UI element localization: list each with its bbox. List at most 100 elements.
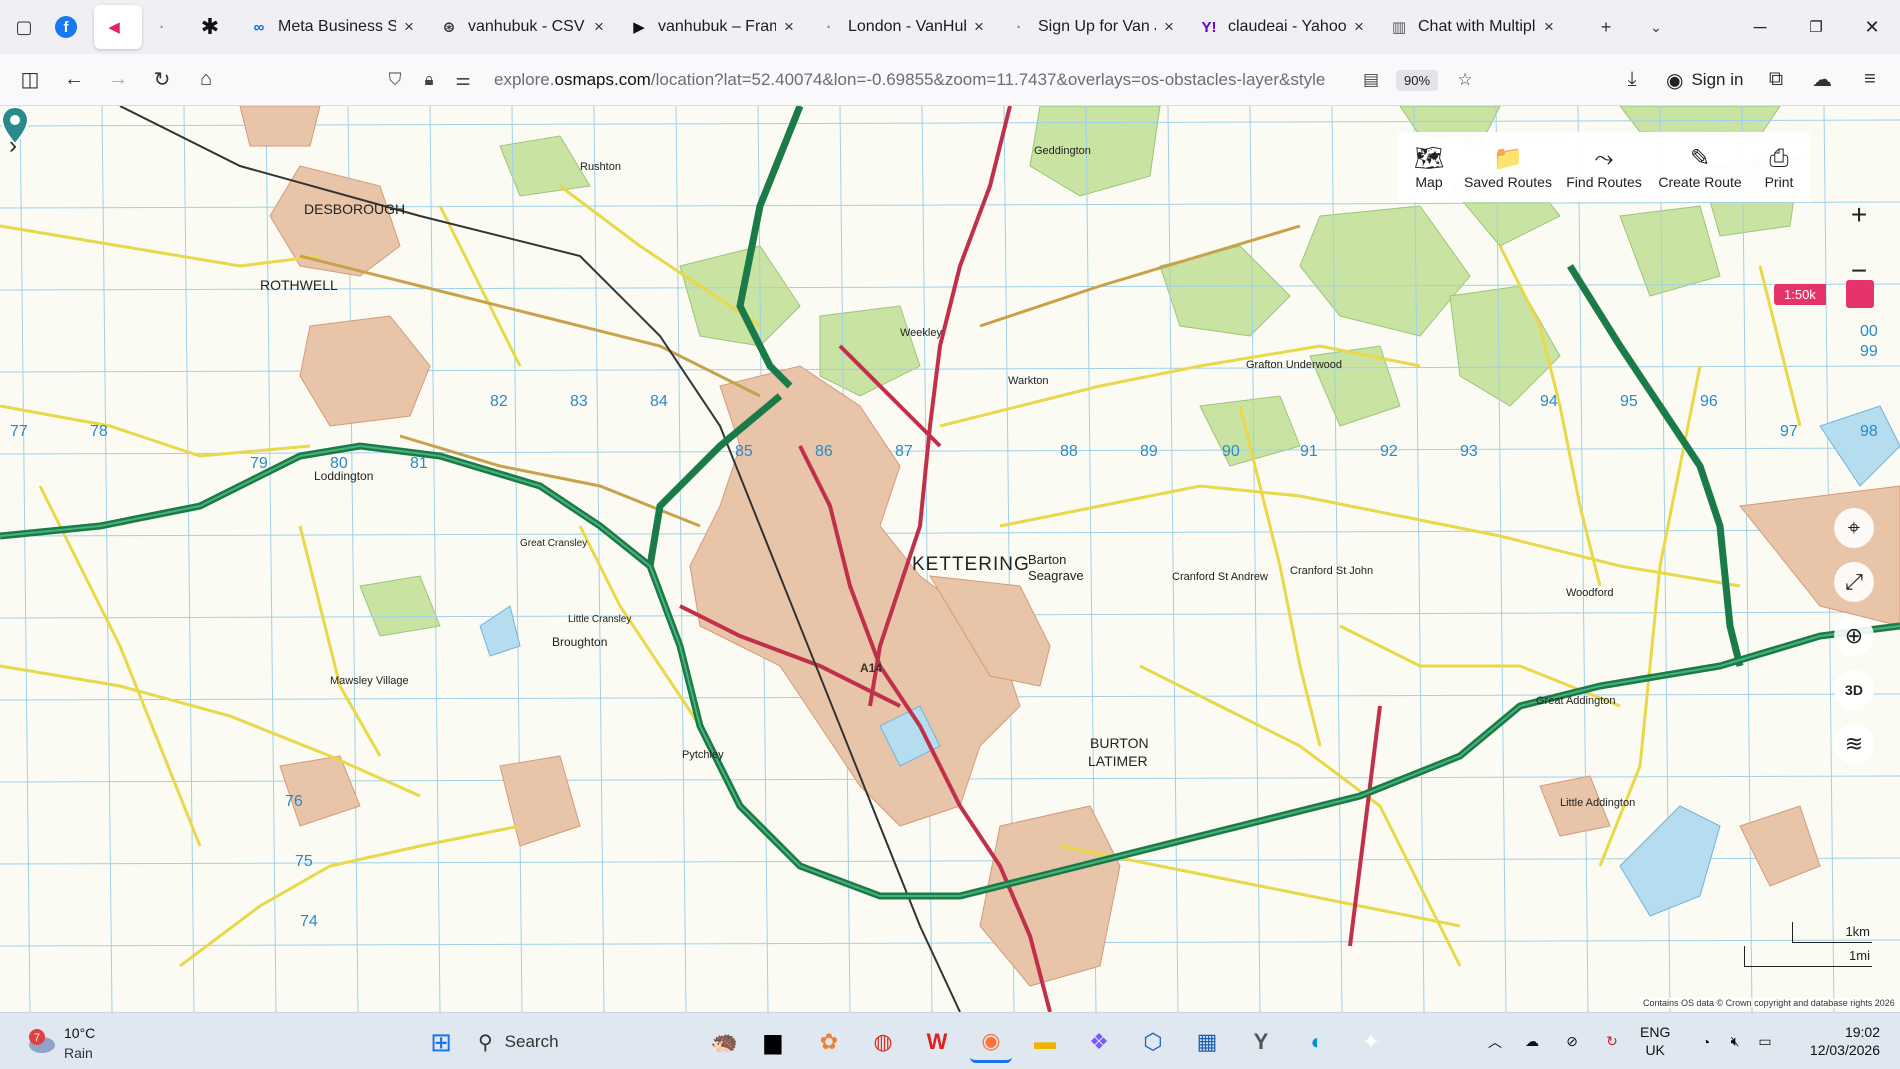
close-tab-icon[interactable]: ×	[400, 17, 418, 37]
map-tool-saved-routes[interactable]: 📁 Saved Routes	[1460, 132, 1556, 202]
clock-time: 19:02	[1844, 1024, 1880, 1040]
reader-view-icon[interactable]: ▤	[1354, 70, 1388, 90]
browser-tab[interactable]: ⊛ vanhubuk - CSV Ir ×	[428, 5, 618, 49]
zoom-level[interactable]: 90%	[1396, 69, 1439, 91]
sync-off-icon[interactable]: ⊘	[1552, 1033, 1592, 1050]
map-tool-print[interactable]: ⎙ Print	[1748, 132, 1810, 202]
map-canvas[interactable]: 77 7879 80 8182 83 8485 86 87 88 89 90 91 92 9394 95 96…	[0, 106, 1900, 1012]
chat-icon: ▥	[1391, 19, 1407, 36]
restore-icon[interactable]: ❐	[1788, 0, 1844, 54]
task-view-icon[interactable]: ▆	[752, 1021, 794, 1063]
label-broughton: Broughton	[552, 635, 607, 649]
wifi-icon[interactable]: ◔	[1692, 1034, 1720, 1050]
pinned-tab-blank[interactable]: ·	[142, 5, 190, 49]
new-tab-icon[interactable]: +	[1584, 5, 1628, 49]
browser-tab[interactable]: ∞ Meta Business Su ×	[238, 5, 428, 49]
reload-icon[interactable]: ↻	[140, 60, 184, 100]
start-windows-icon[interactable]: ⊞	[420, 1021, 462, 1063]
map-tool-map[interactable]: 🗺 Map	[1398, 132, 1460, 202]
label-grafton: Grafton Underwood	[1246, 359, 1342, 371]
home-icon[interactable]: ⌂	[184, 60, 228, 100]
close-tab-icon[interactable]: ×	[590, 17, 608, 37]
scale-mi: 1mi	[1849, 948, 1870, 963]
tray-chevron-icon[interactable]: ︿	[1478, 1032, 1512, 1052]
pinned-tab-send[interactable]: ◀	[94, 5, 142, 49]
map-tool-label: Create Route	[1658, 174, 1742, 190]
browser-tab[interactable]: · Sign Up for Van Jc×	[998, 5, 1188, 49]
3d-view-icon[interactable]: 3D	[1834, 670, 1874, 710]
browser-tab[interactable]: · London - VanHub ×	[808, 5, 998, 49]
locate-people-icon[interactable]: ⌖	[1834, 508, 1874, 548]
forward-icon[interactable]: →	[96, 60, 140, 100]
menu-icon[interactable]: ≡	[1848, 60, 1892, 100]
app-y-icon[interactable]: Y	[1240, 1021, 1282, 1063]
onedrive-icon[interactable]: ☁	[1512, 1033, 1552, 1050]
page-icon: ·	[1016, 18, 1022, 36]
browser-tab[interactable]: Y! claudeai - Yahoo S×	[1188, 5, 1378, 49]
lock-icon[interactable]: 🔒︎	[412, 70, 446, 90]
downloads-icon[interactable]: ⤓	[1610, 60, 1654, 100]
close-tab-icon[interactable]: ×	[1540, 17, 1558, 37]
grid-number: 91	[1300, 443, 1318, 460]
copilot-icon[interactable]: ❖	[1078, 1021, 1120, 1063]
pinned-tab-facebook[interactable]: f	[46, 5, 94, 49]
os-map[interactable]: 77 78 79 80 81 82 83 84 85 86 87 88 89 90 91 92 93 94 95 96…	[0, 106, 1900, 1012]
firefox-icon[interactable]: ◉	[970, 1021, 1012, 1063]
pinned-tab-claude[interactable]: ✱	[190, 5, 238, 49]
taskbar-search[interactable]: ⚲ Search 🦔	[478, 1023, 738, 1061]
app-cube-icon[interactable]: ⬡	[1132, 1021, 1174, 1063]
app-orange-icon[interactable]: ✿	[808, 1021, 850, 1063]
browser-tab[interactable]: ▥ Chat with Multiple ×	[1378, 5, 1568, 49]
permissions-icon[interactable]: ⚌	[446, 70, 480, 90]
copyright-notice[interactable]: Contains OS data © Crown copyright and d…	[1640, 998, 1898, 1008]
clock[interactable]: 19:02 12/03/2026	[1786, 1023, 1880, 1059]
grid-number: 88	[1060, 443, 1078, 460]
store-icon[interactable]: ▦	[1186, 1021, 1228, 1063]
file-explorer-icon[interactable]: ▬	[1024, 1021, 1066, 1063]
shield-icon[interactable]: ⛉	[378, 70, 412, 90]
sidebar-toggle-icon[interactable]: ◫	[8, 60, 52, 100]
extensions-icon[interactable]: ⧉	[1754, 60, 1798, 100]
grid-number: 83	[570, 393, 588, 410]
map-tool-create-route[interactable]: ✎ Create Route	[1652, 132, 1748, 202]
list-tabs-chevron-icon[interactable]: ⌄	[1634, 5, 1678, 49]
sign-in-label: Sign in	[1691, 70, 1744, 89]
wps-office-icon[interactable]: W	[916, 1021, 958, 1063]
weather-widget[interactable]: 7 10°C Rain	[24, 1019, 104, 1063]
chrome-icon[interactable]: ◍	[862, 1021, 904, 1063]
crosshair-icon[interactable]: ⊕	[1834, 616, 1874, 656]
browser-tab[interactable]: ▶ vanhubuk – Frame×	[618, 5, 808, 49]
edge-icon[interactable]: ◐	[1296, 1021, 1338, 1063]
update-icon[interactable]: ↻	[1592, 1033, 1632, 1050]
close-tab-icon[interactable]: ×	[970, 17, 988, 37]
map-tool-label: Saved Routes	[1464, 174, 1552, 190]
grid-number: 85	[735, 443, 753, 460]
zoom-in-button[interactable]: +	[1840, 198, 1878, 232]
tab-overview-icon[interactable]: ▢	[2, 5, 46, 49]
grid-number: 76	[285, 793, 303, 810]
volume-muted-icon[interactable]: 🔇︎	[1720, 1033, 1750, 1050]
fullscreen-icon[interactable]: ⤢	[1834, 562, 1874, 602]
close-tab-icon[interactable]: ×	[1160, 17, 1178, 37]
folder-icon: 📁	[1493, 145, 1523, 172]
zoom-out-button[interactable]: −	[1840, 254, 1878, 288]
framer-icon: ▶	[633, 19, 645, 36]
label-desborough: DESBOROUGH	[304, 201, 405, 217]
close-tab-icon[interactable]: ×	[780, 17, 798, 37]
label-geddington: Geddington	[1034, 145, 1091, 157]
layers-icon[interactable]: ≋	[1834, 724, 1874, 764]
location-pin-icon[interactable]	[0, 106, 30, 146]
close-tab-icon[interactable]: ×	[1350, 17, 1368, 37]
battery-icon[interactable]: ▭	[1750, 1033, 1780, 1050]
bookmark-star-icon[interactable]: ☆	[1448, 70, 1482, 90]
back-icon[interactable]: ←	[52, 60, 96, 100]
language-indicator[interactable]: ENG UK	[1640, 1023, 1670, 1059]
close-window-icon[interactable]: ✕	[1844, 0, 1900, 54]
address-bar[interactable]: ⛉ 🔒︎ ⚌ explore.osmaps.com/location?lat=5…	[378, 61, 1718, 99]
minimize-icon[interactable]: ─	[1732, 0, 1788, 54]
sign-in-button[interactable]: ◉ Sign in	[1666, 64, 1743, 96]
cloud-icon[interactable]: ☁	[1800, 60, 1844, 100]
app-white-icon[interactable]: ✦	[1350, 1021, 1392, 1063]
map-tool-find-routes[interactable]: ⤳ Find Routes	[1556, 132, 1652, 202]
url-text[interactable]: explore.osmaps.com/location?lat=52.40074…	[494, 70, 1344, 90]
